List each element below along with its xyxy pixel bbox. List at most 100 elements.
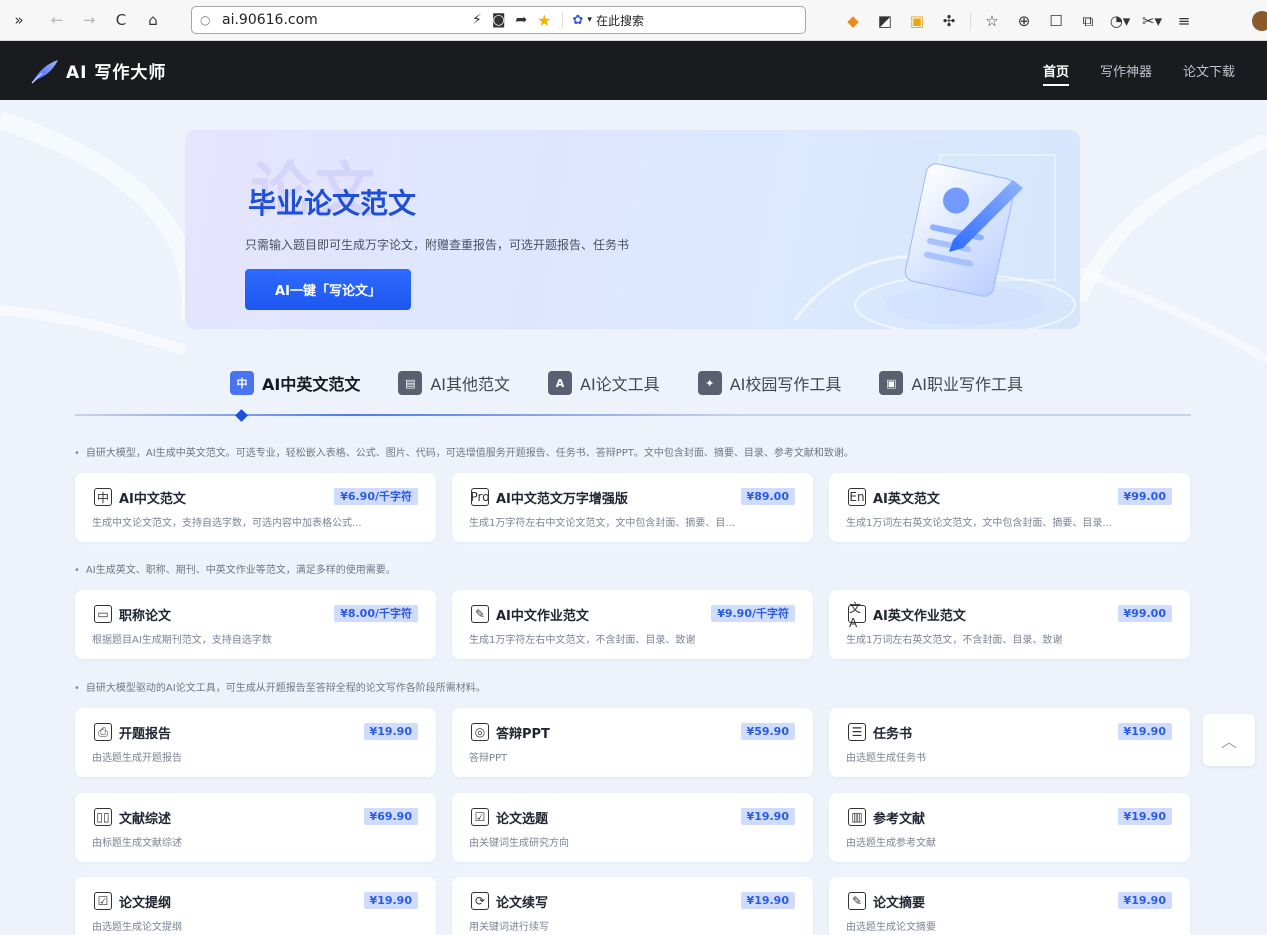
toolbar-right: ◆ ◩ ▣ ✣ ☆ ⊕ ☐ ⧉ ◔▾ ✂▾ ≡ bbox=[832, 0, 1195, 41]
product-card[interactable]: En AI英文范文 ¥99.00 生成1万词左右英文论文范文，文中包含封面、摘要、目录… bbox=[829, 473, 1190, 542]
card-description: 由选题生成参考文献 bbox=[846, 838, 936, 849]
product-card[interactable]: ▥ 参考文献 ¥19.90 由选题生成参考文献 bbox=[829, 793, 1190, 862]
price-badge: ¥69.90 bbox=[363, 808, 418, 825]
hero-banner: 论文 毕业论文范文 只需输入题目即可生成万字论文，附赠查重报告，可选开题报告、任… bbox=[185, 130, 1080, 329]
card-title: AI英文作业范文 bbox=[873, 609, 966, 624]
card-description: 生成1万词左右英文范文，不含封面、目录、致谢 bbox=[846, 635, 1063, 646]
product-card[interactable]: ✎ 论文摘要 ¥19.90 由选题生成论文摘要 bbox=[829, 877, 1190, 935]
search-engine-selector[interactable]: ✿ ▾ 在此搜索 bbox=[573, 12, 644, 29]
avatar[interactable] bbox=[1252, 11, 1267, 31]
briefcase-icon: ▣ bbox=[879, 371, 904, 395]
logo-text: AI 写作大师 bbox=[66, 63, 167, 83]
card-description: 由关键词生成研究方向 bbox=[469, 838, 569, 849]
banner-title: 毕业论文范文 bbox=[248, 187, 417, 220]
star-icon[interactable]: ★ bbox=[537, 11, 551, 30]
address-bar-actions: ⚡ ◙ ➦ ★ ✿ ▾ 在此搜索 bbox=[472, 7, 644, 33]
tab-ai-paper-tools[interactable]: A AI论文工具 bbox=[548, 371, 660, 395]
continue-icon: ⟳ bbox=[471, 892, 489, 910]
tab-ai-campus-tools[interactable]: ✦ AI校园写作工具 bbox=[697, 371, 841, 395]
price-badge: ¥19.90 bbox=[363, 892, 418, 909]
back-to-top-button[interactable]: ︿ bbox=[1203, 714, 1255, 766]
price-badge: ¥99.00 bbox=[1117, 605, 1172, 622]
section-note: 自研大模型驱动的AI论文工具，可生成从开题报告至答辩全程的论文写作各阶段所需材料… bbox=[74, 679, 486, 694]
tab-ai-career-tools[interactable]: ▣ AI职业写作工具 bbox=[879, 371, 1023, 395]
menu-icon[interactable]: ≡ bbox=[1173, 10, 1195, 32]
card-title: AI中文作业范文 bbox=[496, 609, 589, 624]
card-description: 生成1万字符左右中文论文范文，文中包含封面、摘要、目... bbox=[469, 518, 735, 529]
task-book-icon: ☰ bbox=[848, 723, 866, 741]
download-icon[interactable]: ⊕ bbox=[1013, 10, 1035, 32]
card-title: 论文摘要 bbox=[873, 896, 926, 911]
write-paper-button[interactable]: AI一键「写论文」 bbox=[245, 269, 411, 310]
pro-icon: Pro bbox=[470, 488, 490, 506]
card-title: 开题报告 bbox=[119, 727, 172, 742]
url-text[interactable]: ai.90616.com bbox=[222, 12, 318, 28]
product-card[interactable]: 文A AI英文作业范文 ¥99.00 生成1万词左右英文范文，不含封面、目录、致谢 bbox=[829, 590, 1190, 659]
product-card[interactable]: ✎ AI中文作业范文 ¥9.90/千字符 生成1万字符左右中文范文，不含封面、目录、致… bbox=[452, 590, 813, 659]
card-description: 生成中文论文范文，支持自选字数，可选内容中加表格公式... bbox=[92, 518, 362, 529]
address-bar[interactable]: ○ ai.90616.com ⚡ ◙ ➦ ★ ✿ ▾ 在此搜索 bbox=[191, 6, 806, 34]
bookmark-icon[interactable]: ☆ bbox=[981, 10, 1003, 32]
price-badge: ¥19.90 bbox=[1117, 808, 1172, 825]
nav-item-paper-download[interactable]: 论文下载 bbox=[1183, 61, 1235, 80]
card-title: 参考文献 bbox=[873, 812, 926, 827]
chinese-char-icon: 中 bbox=[94, 488, 112, 506]
card-title: AI中文范文万字增强版 bbox=[496, 492, 628, 507]
product-card[interactable]: ▯▯ 文献综述 ¥69.90 由标题生成文献综述 bbox=[75, 793, 436, 862]
window-icon[interactable]: ☐ bbox=[1045, 10, 1067, 32]
price-badge: ¥8.00/千字符 bbox=[334, 605, 418, 622]
product-card[interactable]: ☑ 论文选题 ¥19.90 由关键词生成研究方向 bbox=[452, 793, 813, 862]
price-badge: ¥89.00 bbox=[740, 488, 795, 505]
search-engine-label: 在此搜索 bbox=[595, 13, 644, 28]
card-description: 答辩PPT bbox=[469, 753, 508, 764]
document-stack-icon: ▤ bbox=[398, 371, 423, 395]
paw-icon: ✿ bbox=[572, 12, 584, 28]
scissors-icon[interactable]: ✂▾ bbox=[1141, 10, 1163, 32]
product-card[interactable]: ⎙ 开题报告 ¥19.90 由选题生成开题报告 bbox=[75, 708, 436, 777]
chevron-up-icon: ︿ bbox=[1220, 732, 1237, 751]
card-title: 论文选题 bbox=[496, 812, 549, 827]
nav-item-home[interactable]: 首页 bbox=[1042, 61, 1069, 86]
abstract-icon: ✎ bbox=[848, 892, 866, 910]
extension-folder-icon[interactable]: ▣ bbox=[906, 10, 928, 32]
extension-diamond-icon[interactable]: ◆ bbox=[842, 10, 864, 32]
site-header: AI 写作大师 首页 写作神器 论文下载 bbox=[0, 41, 1267, 100]
product-card[interactable]: ☰ 任务书 ¥19.90 由选题生成任务书 bbox=[829, 708, 1190, 777]
section-note: 自研大模型，AI生成中英文范文。可选专业，轻松嵌入表格、公式、图片、代码，可选增… bbox=[74, 444, 854, 459]
tab-ai-chinese-english[interactable]: 中 AI中英文范文 bbox=[230, 371, 360, 395]
lightning-icon[interactable]: ⚡ bbox=[472, 12, 482, 28]
main-nav: 首页 写作神器 论文下载 bbox=[1042, 41, 1235, 100]
card-description: 用关键词进行续写 bbox=[469, 922, 549, 933]
product-card[interactable]: 中 AI中文范文 ¥6.90/千字符 生成中文论文范文，支持自选字数，可选内容中加表格… bbox=[75, 473, 436, 542]
tab-ai-other[interactable]: ▤ AI其他范文 bbox=[398, 371, 510, 395]
forward-arrow-icon[interactable]: → bbox=[78, 9, 100, 31]
reload-icon[interactable]: C bbox=[110, 9, 132, 31]
share-icon[interactable]: ➦ bbox=[515, 12, 527, 28]
back-arrow-icon[interactable]: ← bbox=[46, 9, 68, 31]
shield-icon[interactable]: ◙ bbox=[492, 12, 506, 28]
price-badge: ¥9.90/千字符 bbox=[711, 605, 795, 622]
tab-label: AI其他范文 bbox=[430, 375, 511, 394]
card-description: 由选题生成论文摘要 bbox=[846, 922, 936, 933]
product-card[interactable]: Pro AI中文范文万字增强版 ¥89.00 生成1万字符左右中文论文范文，文中包含封… bbox=[452, 473, 813, 542]
double-chevron-icon[interactable]: » bbox=[8, 9, 30, 31]
split-screen-icon[interactable]: ⧉ bbox=[1077, 10, 1099, 32]
home-icon[interactable]: ⌂ bbox=[142, 9, 164, 31]
history-icon[interactable]: ◔▾ bbox=[1109, 10, 1131, 32]
card-description: 生成1万字符左右中文范文，不含封面、目录、致谢 bbox=[469, 635, 696, 646]
divider bbox=[970, 11, 971, 30]
open-book-icon: ▯▯ bbox=[94, 808, 112, 826]
price-badge: ¥19.90 bbox=[363, 723, 418, 740]
card-description: 由选题生成开题报告 bbox=[92, 753, 182, 764]
product-card[interactable]: ◎ 答辩PPT ¥59.90 答辩PPT bbox=[452, 708, 813, 777]
extension-graph-icon[interactable]: ◩ bbox=[874, 10, 896, 32]
product-card[interactable]: ⟳ 论文续写 ¥19.90 用关键词进行续写 bbox=[452, 877, 813, 935]
product-card[interactable]: ▭ 职称论文 ¥8.00/千字符 根据题目AI生成期刊范文，支持自选字数 bbox=[75, 590, 436, 659]
product-card[interactable]: ☑ 论文提纲 ¥19.90 由选题生成论文提纲 bbox=[75, 877, 436, 935]
chinese-english-icon: 中 bbox=[230, 371, 254, 395]
site-logo[interactable]: AI 写作大师 bbox=[30, 58, 166, 84]
price-badge: ¥99.00 bbox=[1117, 488, 1172, 505]
extensions-puzzle-icon[interactable]: ✣ bbox=[938, 10, 960, 32]
nav-item-writing-tool[interactable]: 写作神器 bbox=[1100, 61, 1152, 80]
card-description: 由选题生成任务书 bbox=[846, 753, 926, 764]
